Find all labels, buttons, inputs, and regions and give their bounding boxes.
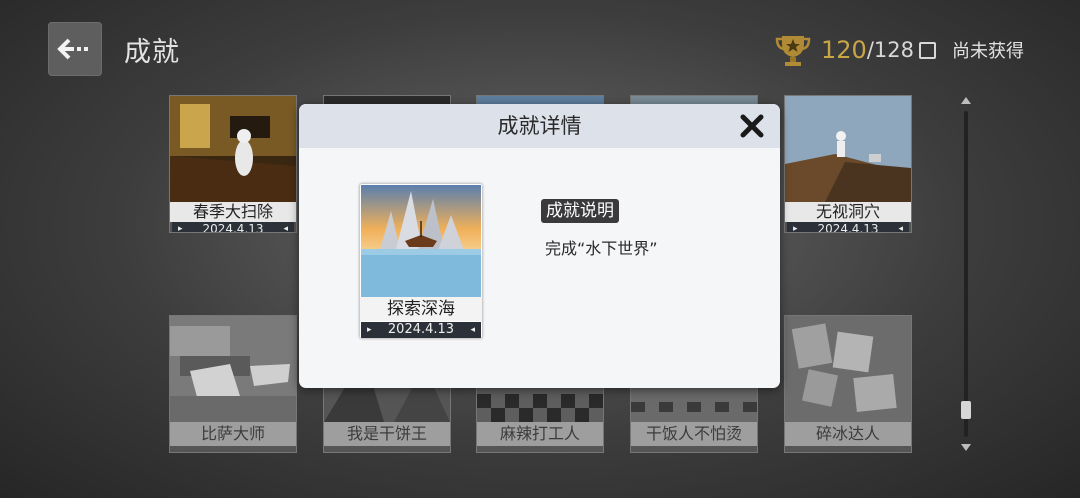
achievement-thumbnail	[785, 96, 911, 202]
achievement-card-locked[interactable]: 碎冰达人	[785, 316, 911, 452]
unlocked-count: 120	[821, 36, 867, 64]
achievement-thumbnail	[785, 316, 911, 422]
trophy-icon	[775, 36, 811, 66]
achievement-name: 我是干饼王	[324, 422, 450, 446]
scroll-thumb[interactable]	[961, 400, 971, 419]
total-count: /128	[866, 38, 914, 62]
page-title: 成就	[124, 37, 180, 68]
achievement-counter: 120 /128 尚未获得	[773, 30, 1024, 70]
dialog-title: 成就详情	[497, 114, 582, 138]
achievement-name: 碎冰达人	[785, 422, 911, 446]
achievement-date: 2024.4.13	[787, 222, 909, 232]
achievement-name: 探索深海	[360, 297, 482, 321]
achievement-detail-dialog: 成就详情 探索深海 2024.4.13 成就说明 完	[299, 104, 780, 388]
scrollbar[interactable]	[960, 97, 972, 451]
close-icon[interactable]	[738, 112, 766, 140]
not-obtained-checkbox[interactable]	[919, 41, 936, 59]
back-button[interactable]	[48, 22, 102, 76]
achievement-card[interactable]: 无视洞穴 2024.4.13	[785, 96, 911, 232]
achievement-thumbnail	[170, 96, 296, 202]
scroll-up-arrow[interactable]	[961, 97, 971, 104]
achievement-card-locked[interactable]: 比萨大师	[170, 316, 296, 452]
achievement-card[interactable]: 春季大扫除 2024.4.13	[170, 96, 296, 232]
description-text: 完成“水下世界”	[545, 239, 658, 258]
achievement-name: 干饭人不怕烫	[631, 422, 757, 446]
achievement-date: 2024.4.13	[361, 322, 481, 338]
achievement-detail-card: 探索深海 2024.4.13	[360, 184, 482, 338]
back-arrow-icon	[57, 38, 88, 60]
scroll-track[interactable]	[964, 111, 968, 437]
achievement-date: 2024.4.13	[172, 222, 294, 232]
achievement-name: 无视洞穴	[785, 202, 911, 222]
achievement-thumbnail	[361, 185, 481, 297]
description-heading: 成就说明	[541, 199, 619, 223]
achievement-thumbnail	[170, 316, 296, 422]
achievement-name: 春季大扫除	[170, 202, 296, 222]
not-obtained-label[interactable]: 尚未获得	[952, 37, 1024, 63]
achievement-name: 比萨大师	[170, 422, 296, 446]
scroll-down-arrow[interactable]	[961, 444, 971, 451]
achievement-name: 麻辣打工人	[477, 422, 603, 446]
